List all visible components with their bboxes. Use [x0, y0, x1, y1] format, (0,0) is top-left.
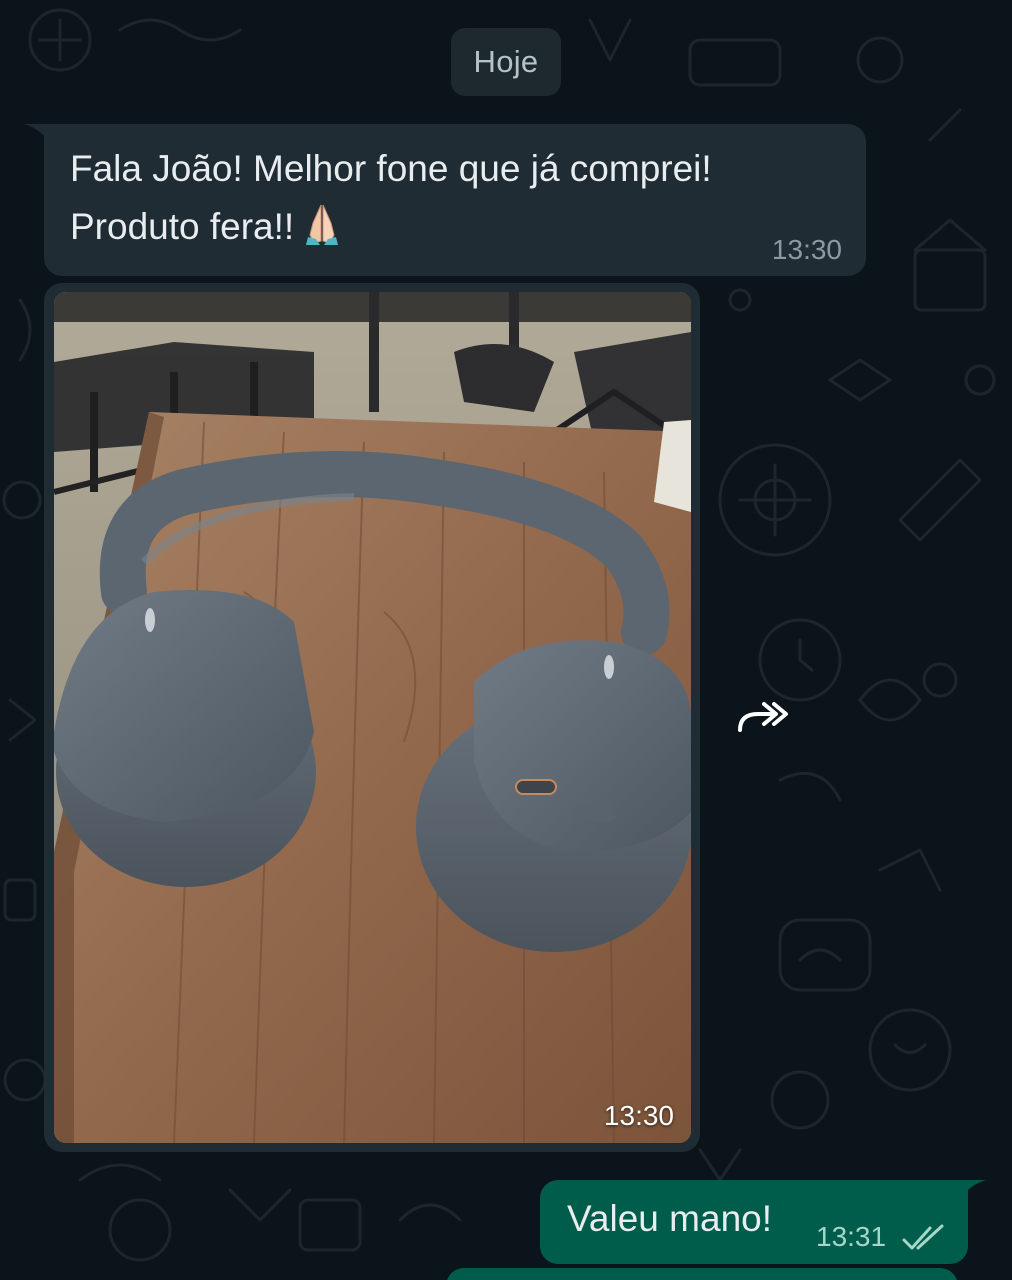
message-line-2-text: Produto fera!! [70, 206, 295, 247]
chat-conversation: Hoje Fala João! Melhor fone que já compr… [0, 0, 1012, 1280]
message-line-2: Produto fera!! [70, 198, 810, 262]
outgoing-bubble-tail [958, 1180, 986, 1204]
forward-button[interactable] [726, 686, 798, 746]
forward-icon [738, 702, 788, 732]
message-line-1: Fala João! Melhor fone que já comprei! [70, 148, 712, 189]
date-separator: Hoje [451, 28, 561, 96]
folded-hands-emoji [300, 201, 344, 262]
incoming-bubble-tail [24, 124, 52, 148]
message-text: Fala João! Melhor fone que já comprei! P… [70, 140, 810, 262]
date-label: Hoje [473, 44, 539, 79]
incoming-text-message[interactable]: Fala João! Melhor fone que já comprei! P… [44, 124, 866, 276]
image-timestamp: 13:30 [603, 1100, 674, 1131]
headphones-photo[interactable] [54, 292, 691, 1143]
double-check-icon [902, 1224, 944, 1250]
next-message-partial [446, 1268, 958, 1280]
message-text: Valeu mano! [567, 1198, 772, 1239]
message-timestamp: 13:30 [771, 234, 842, 265]
message-timestamp: 13:31 [816, 1221, 887, 1252]
incoming-image-message[interactable]: 13:30 [44, 283, 700, 1152]
outgoing-text-message[interactable]: Valeu mano! 13:31 [540, 1180, 968, 1264]
